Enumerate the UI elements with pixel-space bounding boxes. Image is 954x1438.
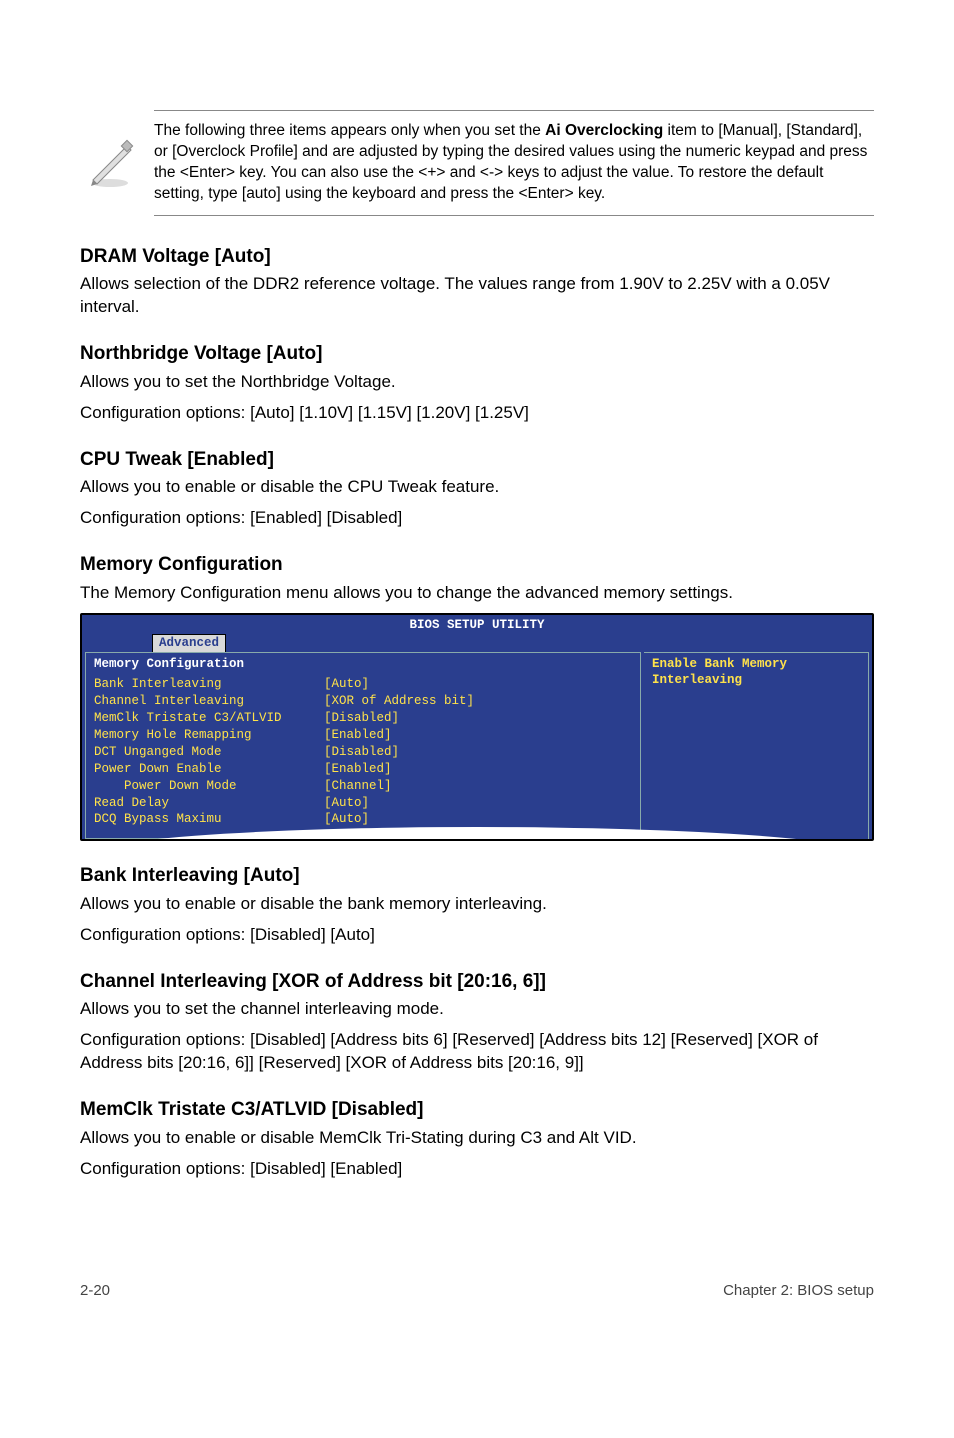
body-northbridge-2: Configuration options: [Auto] [1.10V] [1… [80,402,874,425]
body-memclk-2: Configuration options: [Disabled] [Enabl… [80,1158,874,1181]
bios-val: [Auto] [324,676,369,693]
bios-tab-advanced[interactable]: Advanced [152,634,226,652]
bios-val: [Disabled] [324,744,399,761]
note-bold: Ai Overclocking [545,122,663,139]
bios-row[interactable]: DCT Unganged Mode[Disabled] [94,744,632,761]
heading-bank-interleaving: Bank Interleaving [Auto] [80,863,874,889]
bios-key: MemClk Tristate C3/ATLVID [94,710,324,727]
bios-row[interactable]: DCQ Bypass Maximu[Auto] [94,811,632,828]
note-block: The following three items appears only w… [80,110,874,222]
bios-row[interactable]: Power Down Mode[Channel] [94,778,632,795]
bios-val: [Auto] [324,795,369,812]
bios-row[interactable]: Power Down Enable[Enabled] [94,761,632,778]
bios-left-pane: Memory Configuration Bank Interleaving[A… [85,652,641,840]
body-memclk-1: Allows you to enable or disable MemClk T… [80,1127,874,1150]
bios-panel: BIOS SETUP UTILITY Advanced Memory Confi… [80,613,874,842]
footer-chapter: Chapter 2: BIOS setup [723,1281,874,1301]
body-channel-interleaving-2: Configuration options: [Disabled] [Addre… [80,1029,874,1075]
page-footer: 2-20 Chapter 2: BIOS setup [80,1281,874,1321]
heading-mem-config: Memory Configuration [80,552,874,578]
note-text: The following three items appears only w… [154,110,874,216]
heading-memclk: MemClk Tristate C3/ATLVID [Disabled] [80,1097,874,1123]
bios-key: DCT Unganged Mode [94,744,324,761]
body-cpu-tweak-2: Configuration options: [Enabled] [Disabl… [80,507,874,530]
heading-channel-interleaving: Channel Interleaving [XOR of Address bit… [80,969,874,995]
bios-title: BIOS SETUP UTILITY [82,615,872,634]
bios-key: Memory Hole Remapping [94,727,324,744]
bios-row[interactable]: Bank Interleaving[Auto] [94,676,632,693]
body-channel-interleaving-1: Allows you to set the channel interleavi… [80,998,874,1021]
bios-help-pane: Enable Bank Memory Interleaving [644,652,869,840]
bios-key: Power Down Mode [94,778,324,795]
bios-panel-heading: Memory Configuration [94,656,632,673]
bios-val: [Disabled] [324,710,399,727]
bios-val: [Enabled] [324,727,392,744]
bios-row[interactable]: Read Delay[Auto] [94,795,632,812]
note-part1: The following three items appears only w… [154,122,545,139]
heading-cpu-tweak: CPU Tweak [Enabled] [80,447,874,473]
bios-row[interactable]: Channel Interleaving[XOR of Address bit] [94,693,632,710]
pencil-icon [80,110,140,216]
bios-help-text: Enable Bank Memory Interleaving [652,657,787,688]
bios-val: [Channel] [324,778,392,795]
body-bank-interleaving-2: Configuration options: [Disabled] [Auto] [80,924,874,947]
bios-key: Read Delay [94,795,324,812]
body-mem-config: The Memory Configuration menu allows you… [80,582,874,605]
bios-key: Bank Interleaving [94,676,324,693]
bios-key: DCQ Bypass Maximu [94,811,324,828]
bios-val: [Enabled] [324,761,392,778]
body-dram-voltage: Allows selection of the DDR2 reference v… [80,273,874,319]
bios-val: [Auto] [324,811,369,828]
heading-dram-voltage: DRAM Voltage [Auto] [80,244,874,270]
bios-key: Channel Interleaving [94,693,324,710]
body-cpu-tweak-1: Allows you to enable or disable the CPU … [80,476,874,499]
body-northbridge-1: Allows you to set the Northbridge Voltag… [80,371,874,394]
footer-page-number: 2-20 [80,1281,110,1301]
heading-northbridge: Northbridge Voltage [Auto] [80,341,874,367]
bios-val: [XOR of Address bit] [324,693,474,710]
bios-key: Power Down Enable [94,761,324,778]
body-bank-interleaving-1: Allows you to enable or disable the bank… [80,893,874,916]
bios-row[interactable]: MemClk Tristate C3/ATLVID[Disabled] [94,710,632,727]
bios-row[interactable]: Memory Hole Remapping[Enabled] [94,727,632,744]
